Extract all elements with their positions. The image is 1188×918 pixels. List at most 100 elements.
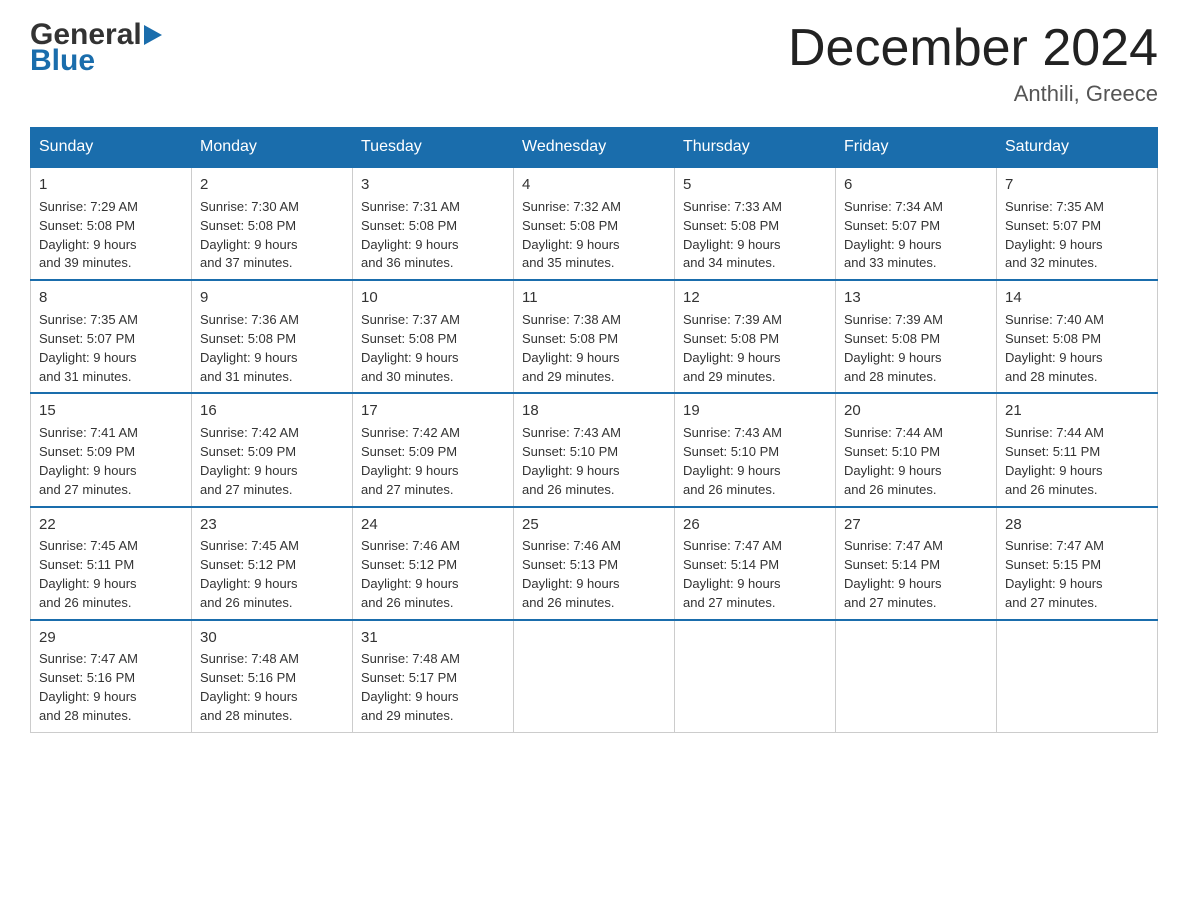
- calendar-cell: 5 Sunrise: 7:33 AMSunset: 5:08 PMDayligh…: [675, 167, 836, 280]
- day-number: 22: [39, 514, 183, 536]
- day-number: 20: [844, 400, 988, 422]
- day-number: 9: [200, 287, 344, 309]
- day-number: 18: [522, 400, 666, 422]
- day-info: Sunrise: 7:42 AMSunset: 5:09 PMDaylight:…: [200, 425, 299, 497]
- calendar-cell: [836, 620, 997, 733]
- weekday-header-sunday: Sunday: [31, 128, 192, 168]
- day-number: 1: [39, 174, 183, 196]
- calendar-cell: 1 Sunrise: 7:29 AMSunset: 5:08 PMDayligh…: [31, 167, 192, 280]
- calendar-cell: 16 Sunrise: 7:42 AMSunset: 5:09 PMDaylig…: [192, 393, 353, 506]
- day-number: 5: [683, 174, 827, 196]
- calendar-cell: 19 Sunrise: 7:43 AMSunset: 5:10 PMDaylig…: [675, 393, 836, 506]
- calendar-cell: 7 Sunrise: 7:35 AMSunset: 5:07 PMDayligh…: [997, 167, 1158, 280]
- day-number: 25: [522, 514, 666, 536]
- day-number: 19: [683, 400, 827, 422]
- logo: General Blue: [30, 20, 162, 76]
- day-number: 4: [522, 174, 666, 196]
- calendar-cell: 22 Sunrise: 7:45 AMSunset: 5:11 PMDaylig…: [31, 507, 192, 620]
- day-number: 26: [683, 514, 827, 536]
- day-info: Sunrise: 7:41 AMSunset: 5:09 PMDaylight:…: [39, 425, 138, 497]
- day-info: Sunrise: 7:44 AMSunset: 5:10 PMDaylight:…: [844, 425, 943, 497]
- day-info: Sunrise: 7:31 AMSunset: 5:08 PMDaylight:…: [361, 199, 460, 271]
- calendar-cell: 14 Sunrise: 7:40 AMSunset: 5:08 PMDaylig…: [997, 280, 1158, 393]
- day-info: Sunrise: 7:47 AMSunset: 5:14 PMDaylight:…: [844, 538, 943, 610]
- calendar-cell: 10 Sunrise: 7:37 AMSunset: 5:08 PMDaylig…: [353, 280, 514, 393]
- calendar-cell: 2 Sunrise: 7:30 AMSunset: 5:08 PMDayligh…: [192, 167, 353, 280]
- day-info: Sunrise: 7:44 AMSunset: 5:11 PMDaylight:…: [1005, 425, 1104, 497]
- calendar-table: SundayMondayTuesdayWednesdayThursdayFrid…: [30, 127, 1158, 733]
- calendar-cell: 11 Sunrise: 7:38 AMSunset: 5:08 PMDaylig…: [514, 280, 675, 393]
- day-number: 27: [844, 514, 988, 536]
- day-number: 2: [200, 174, 344, 196]
- weekday-header-wednesday: Wednesday: [514, 128, 675, 168]
- day-number: 30: [200, 627, 344, 649]
- day-number: 10: [361, 287, 505, 309]
- day-info: Sunrise: 7:39 AMSunset: 5:08 PMDaylight:…: [844, 312, 943, 384]
- calendar-cell: 21 Sunrise: 7:44 AMSunset: 5:11 PMDaylig…: [997, 393, 1158, 506]
- day-number: 31: [361, 627, 505, 649]
- weekday-header-thursday: Thursday: [675, 128, 836, 168]
- day-number: 16: [200, 400, 344, 422]
- day-number: 24: [361, 514, 505, 536]
- day-info: Sunrise: 7:32 AMSunset: 5:08 PMDaylight:…: [522, 199, 621, 271]
- calendar-cell: 27 Sunrise: 7:47 AMSunset: 5:14 PMDaylig…: [836, 507, 997, 620]
- day-info: Sunrise: 7:35 AMSunset: 5:07 PMDaylight:…: [39, 312, 138, 384]
- calendar-cell: 6 Sunrise: 7:34 AMSunset: 5:07 PMDayligh…: [836, 167, 997, 280]
- weekday-header-saturday: Saturday: [997, 128, 1158, 168]
- day-info: Sunrise: 7:37 AMSunset: 5:08 PMDaylight:…: [361, 312, 460, 384]
- calendar-cell: 20 Sunrise: 7:44 AMSunset: 5:10 PMDaylig…: [836, 393, 997, 506]
- day-number: 8: [39, 287, 183, 309]
- calendar-cell: 29 Sunrise: 7:47 AMSunset: 5:16 PMDaylig…: [31, 620, 192, 733]
- calendar-cell: 24 Sunrise: 7:46 AMSunset: 5:12 PMDaylig…: [353, 507, 514, 620]
- day-info: Sunrise: 7:48 AMSunset: 5:16 PMDaylight:…: [200, 651, 299, 723]
- day-number: 12: [683, 287, 827, 309]
- day-number: 3: [361, 174, 505, 196]
- calendar-cell: 15 Sunrise: 7:41 AMSunset: 5:09 PMDaylig…: [31, 393, 192, 506]
- day-number: 17: [361, 400, 505, 422]
- calendar-cell: 28 Sunrise: 7:47 AMSunset: 5:15 PMDaylig…: [997, 507, 1158, 620]
- day-info: Sunrise: 7:47 AMSunset: 5:15 PMDaylight:…: [1005, 538, 1104, 610]
- day-number: 29: [39, 627, 183, 649]
- calendar-cell: 25 Sunrise: 7:46 AMSunset: 5:13 PMDaylig…: [514, 507, 675, 620]
- calendar-cell: 8 Sunrise: 7:35 AMSunset: 5:07 PMDayligh…: [31, 280, 192, 393]
- calendar-cell: 3 Sunrise: 7:31 AMSunset: 5:08 PMDayligh…: [353, 167, 514, 280]
- calendar-cell: [675, 620, 836, 733]
- weekday-header-tuesday: Tuesday: [353, 128, 514, 168]
- day-number: 21: [1005, 400, 1149, 422]
- day-info: Sunrise: 7:36 AMSunset: 5:08 PMDaylight:…: [200, 312, 299, 384]
- day-info: Sunrise: 7:45 AMSunset: 5:12 PMDaylight:…: [200, 538, 299, 610]
- calendar-cell: 17 Sunrise: 7:42 AMSunset: 5:09 PMDaylig…: [353, 393, 514, 506]
- day-info: Sunrise: 7:46 AMSunset: 5:13 PMDaylight:…: [522, 538, 621, 610]
- day-info: Sunrise: 7:48 AMSunset: 5:17 PMDaylight:…: [361, 651, 460, 723]
- day-info: Sunrise: 7:30 AMSunset: 5:08 PMDaylight:…: [200, 199, 299, 271]
- calendar-cell: 12 Sunrise: 7:39 AMSunset: 5:08 PMDaylig…: [675, 280, 836, 393]
- logo-arrow-icon: [144, 25, 162, 45]
- calendar-cell: 18 Sunrise: 7:43 AMSunset: 5:10 PMDaylig…: [514, 393, 675, 506]
- day-number: 28: [1005, 514, 1149, 536]
- calendar-title: December 2024: [788, 20, 1158, 77]
- day-info: Sunrise: 7:34 AMSunset: 5:07 PMDaylight:…: [844, 199, 943, 271]
- day-info: Sunrise: 7:42 AMSunset: 5:09 PMDaylight:…: [361, 425, 460, 497]
- day-number: 23: [200, 514, 344, 536]
- day-info: Sunrise: 7:43 AMSunset: 5:10 PMDaylight:…: [522, 425, 621, 497]
- calendar-cell: 13 Sunrise: 7:39 AMSunset: 5:08 PMDaylig…: [836, 280, 997, 393]
- day-info: Sunrise: 7:47 AMSunset: 5:16 PMDaylight:…: [39, 651, 138, 723]
- calendar-cell: 30 Sunrise: 7:48 AMSunset: 5:16 PMDaylig…: [192, 620, 353, 733]
- day-number: 13: [844, 287, 988, 309]
- calendar-cell: 31 Sunrise: 7:48 AMSunset: 5:17 PMDaylig…: [353, 620, 514, 733]
- day-info: Sunrise: 7:45 AMSunset: 5:11 PMDaylight:…: [39, 538, 138, 610]
- calendar-cell: 4 Sunrise: 7:32 AMSunset: 5:08 PMDayligh…: [514, 167, 675, 280]
- day-info: Sunrise: 7:47 AMSunset: 5:14 PMDaylight:…: [683, 538, 782, 610]
- day-number: 7: [1005, 174, 1149, 196]
- day-info: Sunrise: 7:46 AMSunset: 5:12 PMDaylight:…: [361, 538, 460, 610]
- calendar-cell: [997, 620, 1158, 733]
- day-info: Sunrise: 7:38 AMSunset: 5:08 PMDaylight:…: [522, 312, 621, 384]
- day-info: Sunrise: 7:43 AMSunset: 5:10 PMDaylight:…: [683, 425, 782, 497]
- weekday-header-monday: Monday: [192, 128, 353, 168]
- calendar-cell: 26 Sunrise: 7:47 AMSunset: 5:14 PMDaylig…: [675, 507, 836, 620]
- day-info: Sunrise: 7:33 AMSunset: 5:08 PMDaylight:…: [683, 199, 782, 271]
- day-info: Sunrise: 7:39 AMSunset: 5:08 PMDaylight:…: [683, 312, 782, 384]
- calendar-cell: 9 Sunrise: 7:36 AMSunset: 5:08 PMDayligh…: [192, 280, 353, 393]
- day-number: 15: [39, 400, 183, 422]
- calendar-subtitle: Anthili, Greece: [788, 81, 1158, 107]
